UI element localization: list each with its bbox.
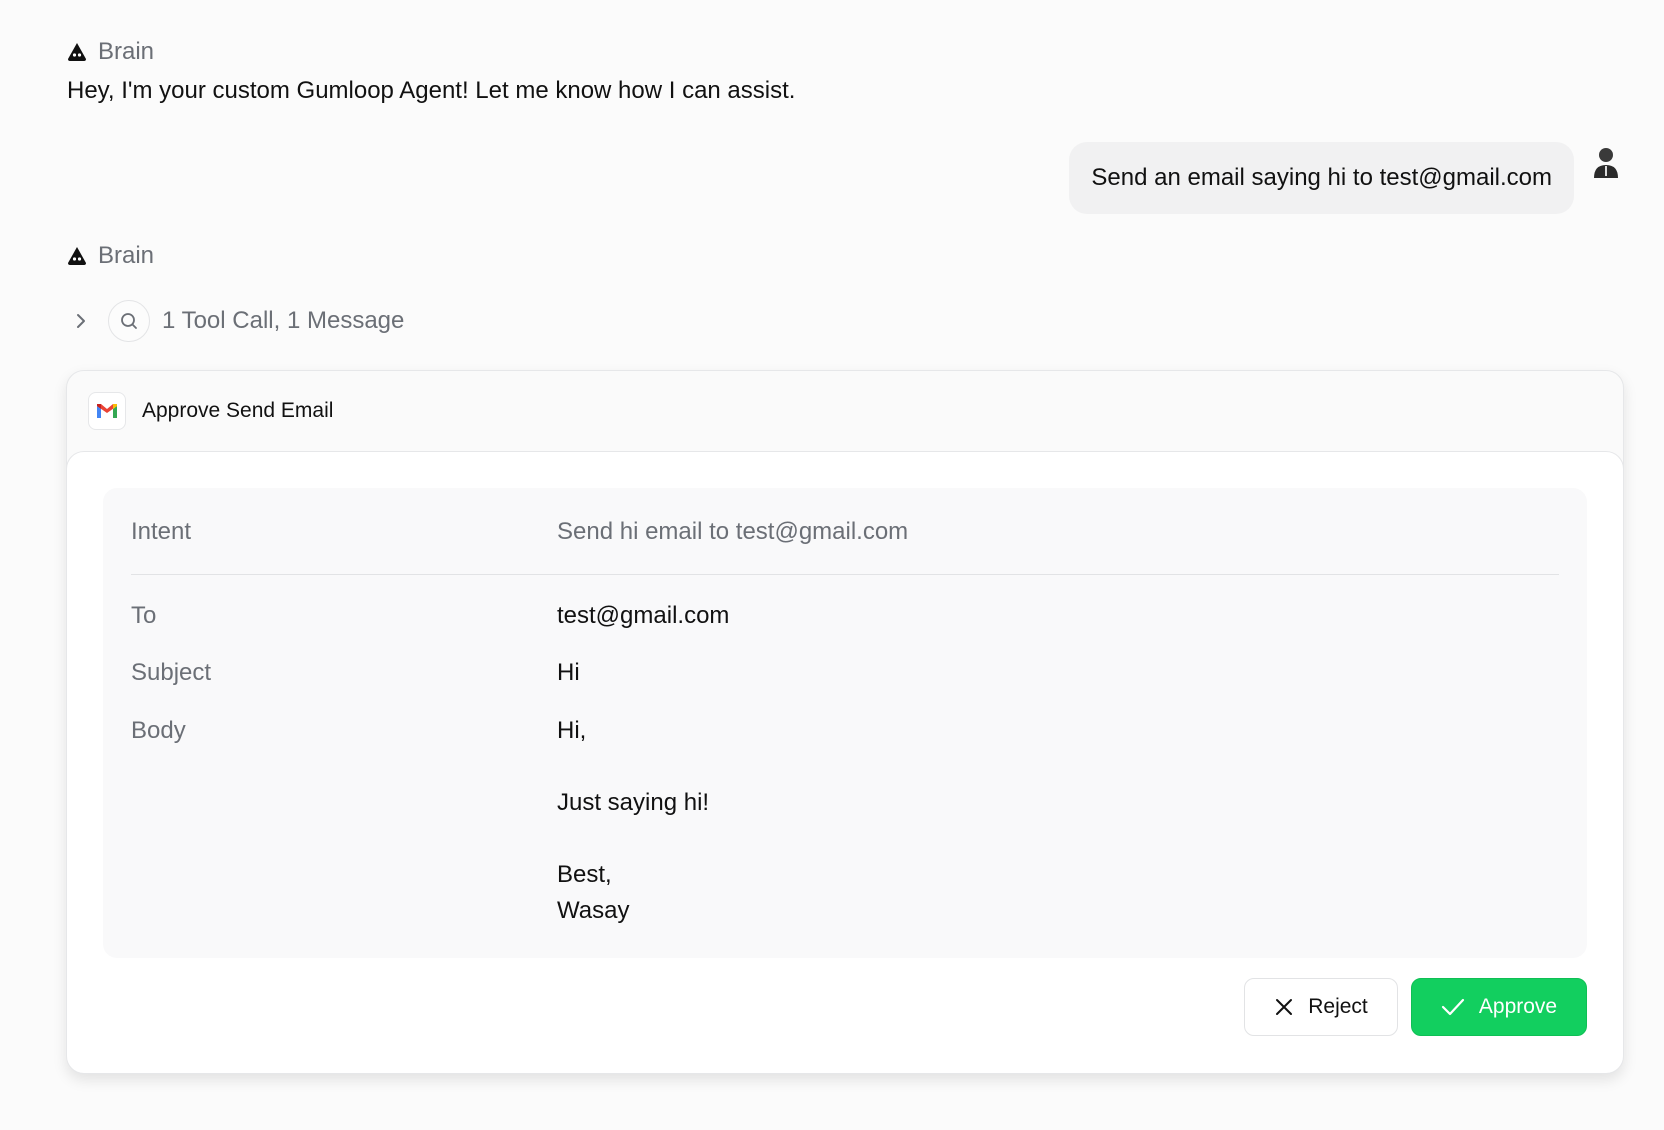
check-icon [1441, 998, 1464, 1016]
body-label: Body [131, 717, 186, 744]
intent-label: Intent [131, 518, 192, 545]
subject-label: Subject [131, 659, 212, 686]
body-line: Best, [557, 861, 612, 888]
ghost-icon [68, 43, 86, 61]
reject-button[interactable]: Reject [1244, 978, 1398, 1036]
agent-name: Brain [98, 38, 155, 65]
intent-row: Intent Send hi email to test@gmail.com [131, 488, 1559, 575]
intent-value: Send hi email to test@gmail.com [557, 518, 909, 545]
user-message: Send an email saying hi to test@gmail.co… [1069, 142, 1574, 214]
agent-header-2: Brain [66, 242, 154, 270]
body-line: Just saying hi! [557, 789, 710, 816]
to-label: To [131, 602, 157, 629]
user-avatar [1594, 148, 1618, 178]
approval-title: Approve Send Email [142, 399, 334, 422]
gmail-icon [88, 392, 126, 430]
search-icon [108, 300, 150, 342]
to-value: test@gmail.com [557, 602, 730, 629]
body-line: Hi, [557, 717, 587, 744]
reject-label: Reject [1308, 995, 1368, 1018]
email-details: Intent Send hi email to test@gmail.com T… [103, 488, 1587, 958]
approve-label: Approve [1478, 995, 1558, 1018]
approve-button[interactable]: Approve [1411, 978, 1587, 1036]
agent-header: Brain [66, 38, 154, 66]
approval-card: Approve Send Email Intent Send hi email … [66, 370, 1624, 1074]
agent-greeting: Hey, I'm your custom Gumloop Agent! Let … [67, 77, 796, 104]
ghost-icon [68, 247, 86, 265]
close-icon [1276, 999, 1293, 1015]
approval-card-header: Approve Send Email [67, 371, 1623, 451]
user-message-row: Send an email saying hi to test@gmail.co… [1069, 142, 1574, 214]
approval-card-body: Intent Send hi email to test@gmail.com T… [67, 451, 1623, 1073]
tool-call-summary: 1 Tool Call, 1 Message [162, 307, 405, 334]
tool-call-toggle[interactable]: 1 Tool Call, 1 Message [72, 300, 404, 342]
body-line: Wasay [557, 897, 630, 924]
chevron-right-icon[interactable] [72, 312, 90, 330]
agent-name: Brain [98, 242, 155, 269]
subject-value: Hi [557, 659, 580, 686]
